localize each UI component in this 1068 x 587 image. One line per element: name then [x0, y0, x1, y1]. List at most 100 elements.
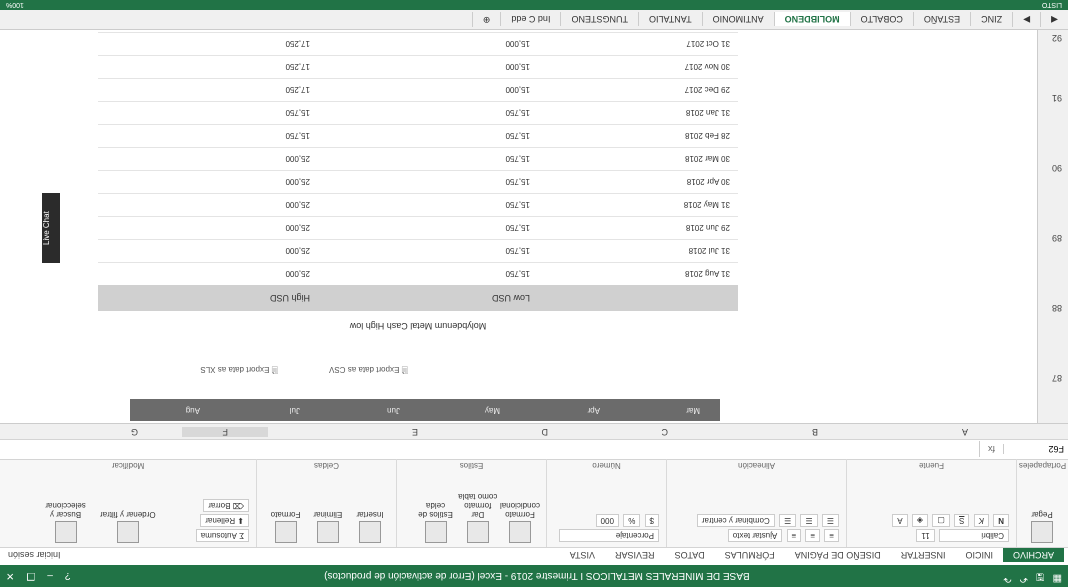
excel-window: ▦ 🖫 ↶ ↷ BASE DE MINERALES METALICOS I Tr… [0, 0, 1068, 587]
month-label: May [484, 406, 500, 415]
add-sheet-icon[interactable]: ⊕ [471, 12, 501, 27]
paste-button[interactable]: Pegar [1022, 510, 1062, 543]
close-icon[interactable]: ✕ [6, 571, 14, 582]
table-header-high: High USD [269, 293, 310, 303]
wrap-text-button[interactable]: Ajustar texto [727, 529, 783, 542]
fill-color-icon[interactable]: ◈ [911, 514, 929, 527]
row-header[interactable]: 92 [1052, 33, 1062, 43]
cell-date: 28 Feb 2018 [685, 131, 730, 141]
number-format-select[interactable]: Porcentaje [559, 529, 659, 542]
status-ready: LISTO [1041, 1, 1062, 9]
align-right-icon[interactable]: ☰ [779, 514, 797, 527]
align-middle-icon[interactable]: ≡ [805, 529, 821, 542]
help-icon[interactable]: ? [65, 571, 71, 582]
minimize-icon[interactable]: – [47, 571, 53, 582]
tab-datos[interactable]: DATOS [665, 548, 715, 562]
tab-inicio[interactable]: INICIO [955, 548, 1003, 562]
format-cells-button[interactable]: Formato [266, 510, 306, 543]
sign-in-link[interactable]: Iniciar sesión [0, 548, 69, 562]
row-header[interactable]: 87 [1052, 373, 1062, 383]
table-row: 30 Nov 2017 15,000 17,250 [98, 55, 738, 78]
sort-filter-button[interactable]: Ordenar y filtrar [98, 510, 158, 543]
sheet-tab-antimonio[interactable]: ANTIMONIO [701, 12, 774, 27]
cell-styles-button[interactable]: Estilos de celda [416, 501, 456, 543]
restore-icon[interactable]: ❐ [26, 571, 35, 582]
cell-high: 17,250 [285, 85, 310, 95]
autosum-button[interactable]: Σ Autosuma [195, 529, 249, 542]
tab-revisar[interactable]: REVISAR [605, 548, 665, 562]
find-select-button[interactable]: Buscar y seleccionar [36, 501, 96, 543]
align-bottom-icon[interactable]: ≡ [786, 529, 802, 542]
cell-high: 25,000 [285, 177, 310, 187]
column-header-f[interactable]: F [182, 427, 268, 437]
table-caption: Molybdenum Metal Cash High low [349, 321, 487, 331]
merge-center-button[interactable]: Combinar y centrar [696, 514, 775, 527]
align-left-icon[interactable]: ☰ [821, 514, 839, 527]
sheet-nav-prev-icon[interactable]: ◀ [1040, 12, 1068, 27]
fx-icon[interactable]: fx [980, 445, 1003, 455]
align-center-icon[interactable]: ☰ [800, 514, 818, 527]
formula-input[interactable] [0, 441, 980, 458]
sheet-tab-ind[interactable]: Ind C edd [500, 12, 561, 27]
underline-button[interactable]: S [954, 514, 970, 527]
name-box[interactable]: F62 [1003, 444, 1068, 455]
tab-vista[interactable]: VISTA [560, 548, 605, 562]
row-header[interactable]: 90 [1052, 163, 1062, 173]
row-header[interactable]: 88 [1052, 303, 1062, 313]
undo-icon[interactable]: ↶ [1020, 568, 1028, 585]
tab-archivo[interactable]: ARCHIVO [1002, 548, 1064, 562]
cell-date: 29 Jun 2018 [685, 223, 730, 233]
cell-high: 15,750 [285, 108, 310, 118]
sheet-tab-tungsteno[interactable]: TUNGSTENO [560, 12, 638, 27]
font-size-select[interactable]: 11 [916, 529, 935, 542]
tab-insertar[interactable]: INSERTAR [891, 548, 956, 562]
cell-low: 15,750 [505, 177, 530, 187]
live-chat-button[interactable]: Live Chat [42, 193, 60, 263]
export-xls-link[interactable]: 🗎 Export data as XLS [200, 361, 278, 375]
month-label: Jun [387, 406, 400, 415]
cell-low: 15,750 [505, 108, 530, 118]
row-header[interactable]: 91 [1052, 93, 1062, 103]
currency-icon[interactable]: $ [644, 514, 659, 527]
format-as-table-button[interactable]: Dar formato como tabla [458, 492, 498, 543]
sheet-nav-next-icon[interactable]: ▶ [1012, 12, 1041, 27]
conditional-format-button[interactable]: Formato condicional [500, 501, 540, 543]
bold-button[interactable]: N [993, 514, 1009, 527]
sheet-tab-cobalto[interactable]: COBALTO [849, 12, 913, 27]
column-header-b[interactable]: B [812, 427, 818, 437]
font-family-select[interactable]: Calibri [939, 529, 1009, 542]
clear-button[interactable]: ⌫ Borrar [203, 499, 249, 512]
column-header-e[interactable]: E [412, 427, 418, 437]
worksheet-grid[interactable]: 87 88 89 90 91 92 Mar Apr May Jun Jul Au… [0, 30, 1068, 423]
percent-icon[interactable]: % [623, 514, 641, 527]
column-header-g[interactable]: G [131, 427, 138, 437]
export-csv-link[interactable]: 🗎 Export data as CSV [329, 361, 408, 375]
redo-icon[interactable]: ↷ [1003, 568, 1011, 585]
borders-icon[interactable]: ▢ [932, 514, 950, 527]
cell-date: 30 Apr 2018 [686, 177, 730, 187]
row-header[interactable]: 89 [1052, 233, 1062, 243]
sheet-tab-estano[interactable]: ESTAÑO [912, 12, 971, 27]
cell-low: 15,000 [505, 62, 530, 72]
thousands-icon[interactable]: 000 [595, 514, 619, 527]
group-styles: Formato condicional Dar formato como tab… [396, 459, 546, 547]
tab-diseno-pagina[interactable]: DISEÑO DE PÁGINA [785, 548, 891, 562]
column-header-d[interactable]: D [542, 427, 549, 437]
column-header-a[interactable]: A [962, 427, 968, 437]
cell-high: 17,250 [285, 62, 310, 72]
save-icon[interactable]: 🖫 [1036, 568, 1045, 585]
italic-button[interactable]: K [973, 514, 989, 527]
sheet-tab-molibdeno[interactable]: MOLIBDENO [773, 12, 850, 27]
font-color-icon[interactable]: A [892, 514, 908, 527]
insert-cells-button[interactable]: Insertar [350, 510, 390, 543]
sheet-tab-tantalio[interactable]: TANTALIO [637, 12, 702, 27]
tab-formulas[interactable]: FÓRMULAS [715, 548, 785, 562]
column-header-c[interactable]: C [662, 427, 669, 437]
insert-icon [359, 521, 381, 543]
fill-button[interactable]: ⬇ Rellenar [200, 514, 249, 527]
delete-cells-button[interactable]: Eliminar [308, 510, 348, 543]
zoom-level[interactable]: 100% [6, 2, 24, 9]
align-top-icon[interactable]: ≡ [824, 529, 839, 542]
group-font: Calibri 11 N K S ▢ ◈ A Fuente [846, 459, 1016, 547]
sheet-tab-zinc[interactable]: ZINC [970, 12, 1013, 27]
